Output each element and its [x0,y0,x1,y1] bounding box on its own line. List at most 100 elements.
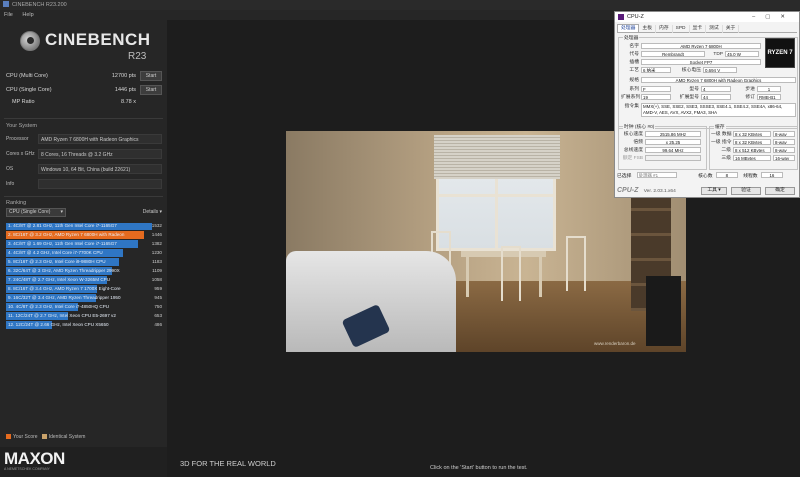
field-label: 倍频 [633,140,643,145]
ranking-item[interactable]: 6. 32C/64T @ 3 GHz, AMD Ryzen Threadripp… [6,267,162,276]
ranking-item[interactable]: 7. 24C/48T @ 2.7 GHz, Intel Xeon W-3265M… [6,276,162,285]
ranking-item[interactable]: 11. 12C/24T @ 2.7 GHz, Intel Xeon CPU E5… [6,312,162,321]
tagline: 3D FOR THE REAL WORLD [180,459,276,468]
cinebench-logo: CINEBENCH R23 [20,29,160,65]
ranking-item[interactable]: 3. 4C/8T @ 1.69 GHz, 11th Gen Intel Core… [6,240,162,249]
ranking-label: 4. 4C/8T @ 4.2 GHz, Intel Core i7-7700K … [8,249,103,255]
ranking-label: 8. 8C/16T @ 3.4 GHz, AMD Ryzen 7 1700X E… [8,285,121,291]
score-row-mp: MP Ratio 8.78 x [6,96,162,108]
cpuz-app-icon [618,14,624,20]
ranking-item[interactable]: 8. 8C/16T @ 3.4 GHz, AMD Ryzen 7 1700X E… [6,285,162,294]
cores-label: 核心数 [698,174,713,179]
ranking-legend: Your Score Identical System [6,434,85,440]
menu-file[interactable]: File [4,12,13,18]
field-value: 0.694 V [703,67,737,73]
ranking-score: 959 [154,285,162,291]
field-label: 额定 FSB [622,156,643,161]
tab-mainboard[interactable]: 主板 [639,25,657,33]
cpuz-version: Ver. 2.03.1.x64 [643,189,676,194]
field-value: 8-way [773,131,795,137]
ranking-item[interactable]: 9. 16C/32T @ 3.4 GHz, AMD Ryzen Threadri… [6,294,162,303]
divider [4,196,163,197]
ok-button[interactable]: 确定 [765,187,795,195]
tools-label: 工具 [707,188,717,193]
info-field[interactable] [38,179,162,189]
start-single-button[interactable]: Start [140,85,162,95]
validate-button[interactable]: 验证 [731,187,761,195]
score-label: CPU (Multi Core) [6,73,48,79]
field-extfamily: 扩展系列 19 扩展型号 44 修订 RMB-B1 [621,94,781,101]
field-busspeed: 总线速度 99.64 MHz [621,147,701,154]
tab-cpu[interactable]: 处理器 [617,24,640,32]
field-label: 三级 [721,156,731,161]
tab-graphics[interactable]: 显卡 [690,25,707,33]
ranking-mode-select[interactable]: CPU (Single Core) ▾ [6,208,66,217]
field-value: 16-way [773,155,795,161]
field-label: 代号 [629,52,639,57]
maximize-icon[interactable]: ▢ [765,14,780,20]
ranking-item[interactable]: 12. 12C/24T @ 2.66 GHz, Intel Xeon CPU X… [6,321,162,330]
details-dropdown[interactable]: Details ▾ [143,208,162,217]
chevron-down-icon: ▾ [60,209,63,215]
field-value: 4 [701,86,731,92]
field-package: 插槽 Socket FP7 [621,59,761,66]
field-value: 1 [757,86,781,92]
field-spec: 规格 AMD Ryzen 7 6800H with Radeon Graphics [621,77,796,84]
field-tech: 工艺 6 纳米 核心电压 0.694 V [621,67,737,74]
window-titlebar: CINEBENCH R23.200 [0,0,800,10]
scene-watermark: www.renderbaron.de [594,341,636,346]
ranking-score: 750 [154,303,162,309]
maxon-footer: MAXON A NEMETSCHEK COMPANY [0,447,167,477]
minimize-icon[interactable]: – [752,14,765,20]
system-row-info: Info [6,179,162,189]
ranking-item[interactable]: 10. 4C/8T @ 2.3 GHz, Intel Core i7-4850H… [6,303,162,312]
field-label: 修订 [745,95,755,100]
field-value: 6 纳米 [641,67,671,73]
tab-spd[interactable]: SPD [673,25,690,33]
ranking-score: 1446 [151,231,162,237]
ranking-item[interactable]: 1. 4C/8T @ 2.81 GHz, 11th Gen Intel Core… [6,222,162,231]
divider [4,118,163,119]
field-label: 总线速度 [623,148,643,153]
field-value: 8 x 512 KBytes [733,147,771,153]
ranking-item-current[interactable]: 2. 8C/16T @ 3.2 GHz, AMD Ryzen 7 6800H w… [6,231,162,240]
processor-select[interactable]: 处理器 #1 [636,172,677,178]
field-label: 指令集 [624,104,639,109]
field-value: 8 x 32 KBytes [733,131,771,137]
ranking-label: 10. 4C/8T @ 2.3 GHz, Intel Core i7-4850H… [8,303,110,309]
start-multi-button[interactable]: Start [140,71,162,81]
field-value: F [641,86,671,92]
field-label: 规格 [629,78,639,83]
ranking-score: 945 [154,294,162,300]
tab-bench[interactable]: 测试 [706,25,723,33]
ranking-item[interactable]: 4. 4C/8T @ 4.2 GHz, Intel Core i7-7700K … [6,249,162,258]
ranking-label: 11. 12C/24T @ 2.7 GHz, Intel Xeon CPU E5… [8,312,116,318]
details-label: Details [142,209,159,215]
field-corespeed: 核心速度 2515.86 MHz [621,131,701,138]
window-title: CINEBENCH R23.200 [12,2,67,8]
field-value [645,155,701,161]
field-value: 44 [701,94,731,100]
your-score-swatch [6,434,11,439]
scene-blind [434,135,560,179]
tab-about[interactable]: 关于 [723,25,740,33]
legend-your-score: Your Score [13,434,38,440]
ranking-item[interactable]: 5. 8C/16T @ 2.3 GHz, Intel Core i9-9880H… [6,258,162,267]
tab-memory[interactable]: 内存 [656,25,673,33]
field-value: AMD Ryzen 7 6800H [641,43,761,49]
ranking-score: 486 [154,321,162,327]
close-icon[interactable]: ✕ [780,14,795,20]
field-label: TDP [713,52,723,57]
system-key: Cores x GHz [6,151,35,157]
ranking-score: 1230 [151,249,162,255]
score-row-multi: CPU (Multi Core) 12700 pts Start [6,70,162,82]
field-label: 核心速度 [623,132,643,137]
menu-help[interactable]: Help [22,12,33,18]
field-value: 45.0 W [725,51,759,57]
maxon-logo: MAXON [4,449,65,468]
cpuz-title: CPU-Z [627,14,644,20]
field-value: 16 MBytes [733,155,771,161]
tools-button[interactable]: 工具 ▾ [701,187,727,195]
system-key: OS [6,166,14,172]
field-value: AMD Ryzen 7 6800H with Radeon Graphics [641,77,796,83]
